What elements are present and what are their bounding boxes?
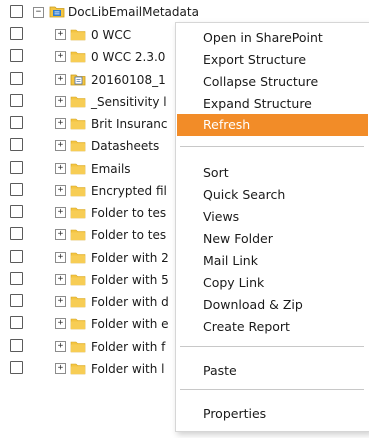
- expand-icon[interactable]: +: [55, 318, 66, 329]
- expand-icon[interactable]: +: [55, 74, 66, 85]
- row-checkbox[interactable]: [10, 361, 23, 374]
- folder-icon: [70, 295, 86, 308]
- tree-item-label[interactable]: Folder with 5: [91, 273, 169, 287]
- menu-item-open-in-sharepoint[interactable]: Open in SharePoint: [203, 30, 323, 45]
- menu-item-new-folder[interactable]: New Folder: [203, 231, 273, 246]
- row-checkbox[interactable]: [10, 183, 23, 196]
- tree-item-label[interactable]: Folder with e: [91, 317, 169, 331]
- menu-item-paste[interactable]: Paste: [203, 363, 237, 378]
- tree-item-label[interactable]: Emails: [91, 162, 131, 176]
- menu-item-create-report[interactable]: Create Report: [203, 319, 290, 334]
- expand-icon[interactable]: +: [55, 185, 66, 196]
- tree-item-label[interactable]: Brit Insuranc: [91, 117, 168, 131]
- menu-separator: [180, 389, 364, 390]
- row-checkbox[interactable]: [10, 72, 23, 85]
- folder-icon: [70, 28, 86, 41]
- expand-icon[interactable]: +: [55, 29, 66, 40]
- row-checkbox[interactable]: [10, 250, 23, 263]
- row-checkbox[interactable]: [10, 339, 23, 352]
- menu-item-download-and-zip[interactable]: Download & Zip: [203, 297, 303, 312]
- tree-item-label[interactable]: 0 WCC 2.3.0: [91, 50, 165, 64]
- row-checkbox[interactable]: [10, 116, 23, 129]
- collapse-icon[interactable]: −: [33, 7, 44, 18]
- folder-icon: [70, 251, 86, 264]
- expand-icon[interactable]: +: [55, 207, 66, 218]
- expand-icon[interactable]: +: [55, 118, 66, 129]
- folder-icon: [70, 117, 86, 130]
- expand-icon[interactable]: +: [55, 363, 66, 374]
- menu-item-copy-link[interactable]: Copy Link: [203, 275, 264, 290]
- expand-icon[interactable]: +: [55, 274, 66, 285]
- folder-icon: [70, 50, 86, 63]
- tree-item-label[interactable]: Folder with f: [91, 340, 165, 354]
- row-checkbox[interactable]: [10, 94, 23, 107]
- expand-icon[interactable]: +: [55, 296, 66, 307]
- tree-item-label[interactable]: Folder with d: [91, 295, 169, 309]
- context-menu: Open in SharePoint Export Structure Collap…: [175, 22, 369, 432]
- folder-icon: [70, 95, 86, 108]
- folder-icon: [70, 206, 86, 219]
- menu-item-mail-link[interactable]: Mail Link: [203, 253, 258, 268]
- menu-item-sort[interactable]: Sort: [203, 165, 229, 180]
- menu-item-expand-structure[interactable]: Expand Structure: [203, 96, 312, 111]
- tree-item-label[interactable]: 20160108_1: [91, 73, 166, 87]
- tree-item-label[interactable]: Folder to tes: [91, 206, 166, 220]
- folder-icon: [70, 228, 86, 241]
- row-checkbox[interactable]: [10, 294, 23, 307]
- row-checkbox[interactable]: [10, 161, 23, 174]
- menu-item-export-structure[interactable]: Export Structure: [203, 52, 306, 67]
- menu-item-quick-search[interactable]: Quick Search: [203, 187, 285, 202]
- menu-item-collapse-structure[interactable]: Collapse Structure: [203, 74, 318, 89]
- row-checkbox[interactable]: [10, 272, 23, 285]
- menu-item-views[interactable]: Views: [203, 209, 239, 224]
- row-checkbox[interactable]: [10, 227, 23, 240]
- menu-item-properties[interactable]: Properties: [203, 406, 266, 421]
- folder-icon: [70, 273, 86, 286]
- folder-icon: [70, 162, 86, 175]
- row-checkbox[interactable]: [10, 316, 23, 329]
- expand-icon[interactable]: +: [55, 51, 66, 62]
- tree-item-label[interactable]: Folder with 2: [91, 251, 169, 265]
- tree-item-label[interactable]: 0 WCC: [91, 28, 131, 42]
- folder-icon: [70, 139, 86, 152]
- tree-item-label[interactable]: _Sensitivity l: [91, 95, 167, 109]
- expand-icon[interactable]: +: [55, 229, 66, 240]
- tree-root-row[interactable]: − DocLibEmailMetadata: [0, 2, 369, 24]
- row-checkbox[interactable]: [10, 205, 23, 218]
- expand-icon[interactable]: +: [55, 140, 66, 151]
- expand-icon[interactable]: +: [55, 252, 66, 263]
- menu-separator: [180, 146, 364, 147]
- tree-item-label[interactable]: Folder to tes: [91, 228, 166, 242]
- root-label[interactable]: DocLibEmailMetadata: [68, 5, 199, 19]
- folder-icon: [70, 362, 86, 375]
- document-set-icon: [70, 73, 86, 86]
- row-checkbox[interactable]: [10, 49, 23, 62]
- folder-icon: [70, 317, 86, 330]
- folder-icon: [70, 184, 86, 197]
- row-checkbox[interactable]: [10, 138, 23, 151]
- tree-item-label[interactable]: Folder with l: [91, 362, 165, 376]
- tree-item-label[interactable]: Datasheets: [91, 139, 159, 153]
- folder-icon: [70, 340, 86, 353]
- expand-icon[interactable]: +: [55, 341, 66, 352]
- row-checkbox[interactable]: [10, 27, 23, 40]
- root-checkbox[interactable]: [10, 5, 23, 18]
- menu-item-refresh[interactable]: Refresh: [203, 117, 250, 132]
- library-icon: [49, 4, 65, 18]
- tree-item-label[interactable]: Encrypted fil: [91, 184, 167, 198]
- expand-icon[interactable]: +: [55, 163, 66, 174]
- menu-separator: [180, 346, 364, 347]
- expand-icon[interactable]: +: [55, 96, 66, 107]
